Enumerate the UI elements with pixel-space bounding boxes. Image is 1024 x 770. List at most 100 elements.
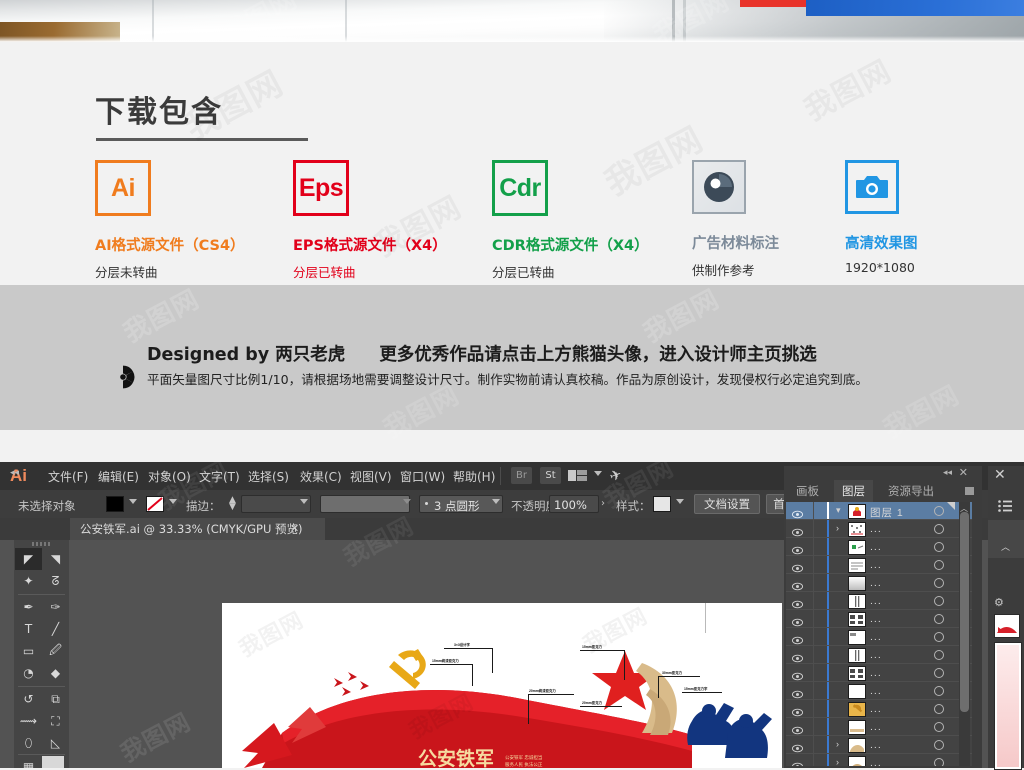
- target-indicator[interactable]: [934, 542, 944, 552]
- download-item-cdr[interactable]: Cdr CDR格式源文件（X4） 分层已转曲: [492, 160, 649, 281]
- layer-name[interactable]: ...: [870, 703, 882, 715]
- menu-file[interactable]: 文件(F): [48, 468, 88, 485]
- rocket-icon[interactable]: ✈: [608, 466, 624, 485]
- download-item-ai[interactable]: Ai AI格式源文件（CS4） 分层未转曲: [95, 160, 245, 281]
- curvature-tool[interactable]: ✑: [42, 596, 69, 618]
- table-row[interactable]: ...: [786, 574, 972, 592]
- layer-name[interactable]: ...: [870, 649, 882, 661]
- canvas-area[interactable]: 公安铁军 公安铁军 忠诚担当 服务人民 执法公正 3×3设计字 15mm烤漆亚克…: [69, 540, 784, 768]
- eye-icon[interactable]: [791, 578, 804, 591]
- disclosure-triangle-icon[interactable]: ▾: [836, 505, 841, 516]
- disclosure-triangle-icon[interactable]: ›: [836, 523, 839, 533]
- tab-layers[interactable]: 图层: [834, 480, 873, 502]
- menu-edit[interactable]: 编辑(E): [98, 468, 139, 485]
- mesh-tool[interactable]: ▦: [15, 756, 42, 768]
- eye-icon[interactable]: [791, 758, 804, 766]
- layer-name[interactable]: ...: [870, 685, 882, 697]
- target-indicator[interactable]: [934, 560, 944, 570]
- target-indicator[interactable]: [934, 686, 944, 696]
- table-row[interactable]: ...: [786, 628, 972, 646]
- target-indicator[interactable]: [934, 578, 944, 588]
- layer-name[interactable]: ...: [870, 757, 882, 766]
- layer-name[interactable]: ...: [870, 739, 882, 751]
- menu-view[interactable]: 视图(V): [350, 468, 392, 485]
- download-item-eps[interactable]: Eps EPS格式源文件（X4） 分层已转曲: [293, 160, 447, 281]
- layer-name[interactable]: ...: [870, 523, 882, 535]
- arrange-documents-icon[interactable]: [568, 470, 576, 481]
- panel-collapse-icon[interactable]: ◂◂: [10, 468, 19, 478]
- target-indicator[interactable]: [934, 632, 944, 642]
- stroke-stepper[interactable]: ▲ ▼: [229, 496, 236, 512]
- target-indicator[interactable]: [934, 524, 944, 534]
- layers-panel-titlebar[interactable]: [784, 466, 982, 480]
- artboard[interactable]: 公安铁军 公安铁军 忠诚担当 服务人民 执法公正 3×3设计字 15mm烤漆亚克…: [222, 603, 782, 768]
- eye-icon[interactable]: [791, 560, 804, 573]
- eye-icon[interactable]: [791, 542, 804, 555]
- tab-artboards[interactable]: 画板: [788, 480, 827, 502]
- target-indicator[interactable]: [934, 506, 944, 516]
- layer-name[interactable]: 图层 1: [870, 505, 904, 520]
- chevron-down-icon[interactable]: [594, 471, 602, 476]
- document-setup-button[interactable]: 文档设置: [694, 494, 760, 514]
- magic-wand-tool[interactable]: ✦: [15, 570, 42, 592]
- eye-icon[interactable]: [791, 668, 804, 681]
- table-row[interactable]: ...: [786, 646, 972, 664]
- arrange-documents-icon[interactable]: [577, 476, 587, 481]
- brush-chevron-down-icon[interactable]: [492, 499, 500, 504]
- bridge-button[interactable]: Br: [511, 467, 532, 484]
- graphic-style-swatch[interactable]: [653, 496, 671, 512]
- layer-name[interactable]: ...: [870, 667, 882, 679]
- layer-name[interactable]: ...: [870, 613, 882, 625]
- eye-icon[interactable]: [791, 740, 804, 753]
- eye-icon[interactable]: [791, 524, 804, 537]
- eye-icon[interactable]: [791, 650, 804, 663]
- eye-icon[interactable]: [791, 686, 804, 699]
- table-row[interactable]: ▾ 图层 1: [786, 502, 972, 520]
- width-tool[interactable]: ⟿: [15, 710, 42, 732]
- eye-icon[interactable]: [791, 614, 804, 627]
- table-row[interactable]: ...: [786, 718, 972, 736]
- target-indicator[interactable]: [934, 740, 944, 750]
- table-row[interactable]: ...: [786, 556, 972, 574]
- target-indicator[interactable]: [934, 650, 944, 660]
- stroke-weight-chevron-down-icon[interactable]: [300, 499, 308, 504]
- fill-chevron-down-icon[interactable]: [129, 499, 137, 504]
- target-indicator[interactable]: [934, 668, 944, 678]
- stroke-chevron-down-icon[interactable]: [169, 499, 177, 504]
- eraser-tool[interactable]: ◆: [42, 662, 69, 684]
- target-indicator[interactable]: [934, 614, 944, 624]
- layer-name[interactable]: ...: [870, 631, 882, 643]
- stroke-color-swatch[interactable]: [146, 496, 164, 512]
- disclosure-triangle-icon[interactable]: ›: [836, 757, 839, 766]
- rotate-tool[interactable]: ↺: [15, 688, 42, 710]
- direct-selection-tool[interactable]: ◥: [42, 548, 69, 570]
- table-row[interactable]: ...: [786, 682, 972, 700]
- paintbrush-tool[interactable]: 🖉: [42, 640, 69, 662]
- table-row[interactable]: › ...: [786, 736, 972, 754]
- table-row[interactable]: ...: [786, 664, 972, 682]
- scrollbar-thumb[interactable]: [960, 512, 969, 712]
- eye-icon[interactable]: [791, 722, 804, 735]
- type-tool[interactable]: T: [15, 618, 42, 640]
- close-icon[interactable]: ✕: [959, 466, 968, 479]
- gradient-tool[interactable]: [42, 756, 64, 768]
- download-item-preview-image[interactable]: 高清效果图 1920*1080: [845, 160, 918, 275]
- menu-object[interactable]: 对象(O): [148, 468, 191, 485]
- gear-icon[interactable]: ⚙: [994, 596, 1004, 609]
- download-item-material-tag[interactable]: 广告材料标注 供制作参考: [692, 160, 779, 279]
- properties-list-icon[interactable]: [998, 499, 1012, 512]
- layer-name[interactable]: ...: [870, 577, 882, 589]
- eye-icon[interactable]: [791, 506, 804, 519]
- target-indicator[interactable]: [934, 596, 944, 606]
- table-row[interactable]: ...: [786, 592, 972, 610]
- stock-button[interactable]: St: [540, 467, 561, 484]
- layer-name[interactable]: ...: [870, 595, 882, 607]
- menu-type[interactable]: 文字(T): [199, 468, 240, 485]
- rectangle-tool[interactable]: ▭: [15, 640, 42, 662]
- color-panel-preview[interactable]: [994, 642, 1022, 770]
- table-row[interactable]: › ...: [786, 520, 972, 538]
- layer-name[interactable]: ...: [870, 559, 882, 571]
- document-tab[interactable]: 公安铁军.ai @ 33.33% (CMYK/GPU 预览): [70, 518, 325, 540]
- disclosure-triangle-icon[interactable]: ›: [836, 739, 839, 749]
- eye-icon[interactable]: [791, 704, 804, 717]
